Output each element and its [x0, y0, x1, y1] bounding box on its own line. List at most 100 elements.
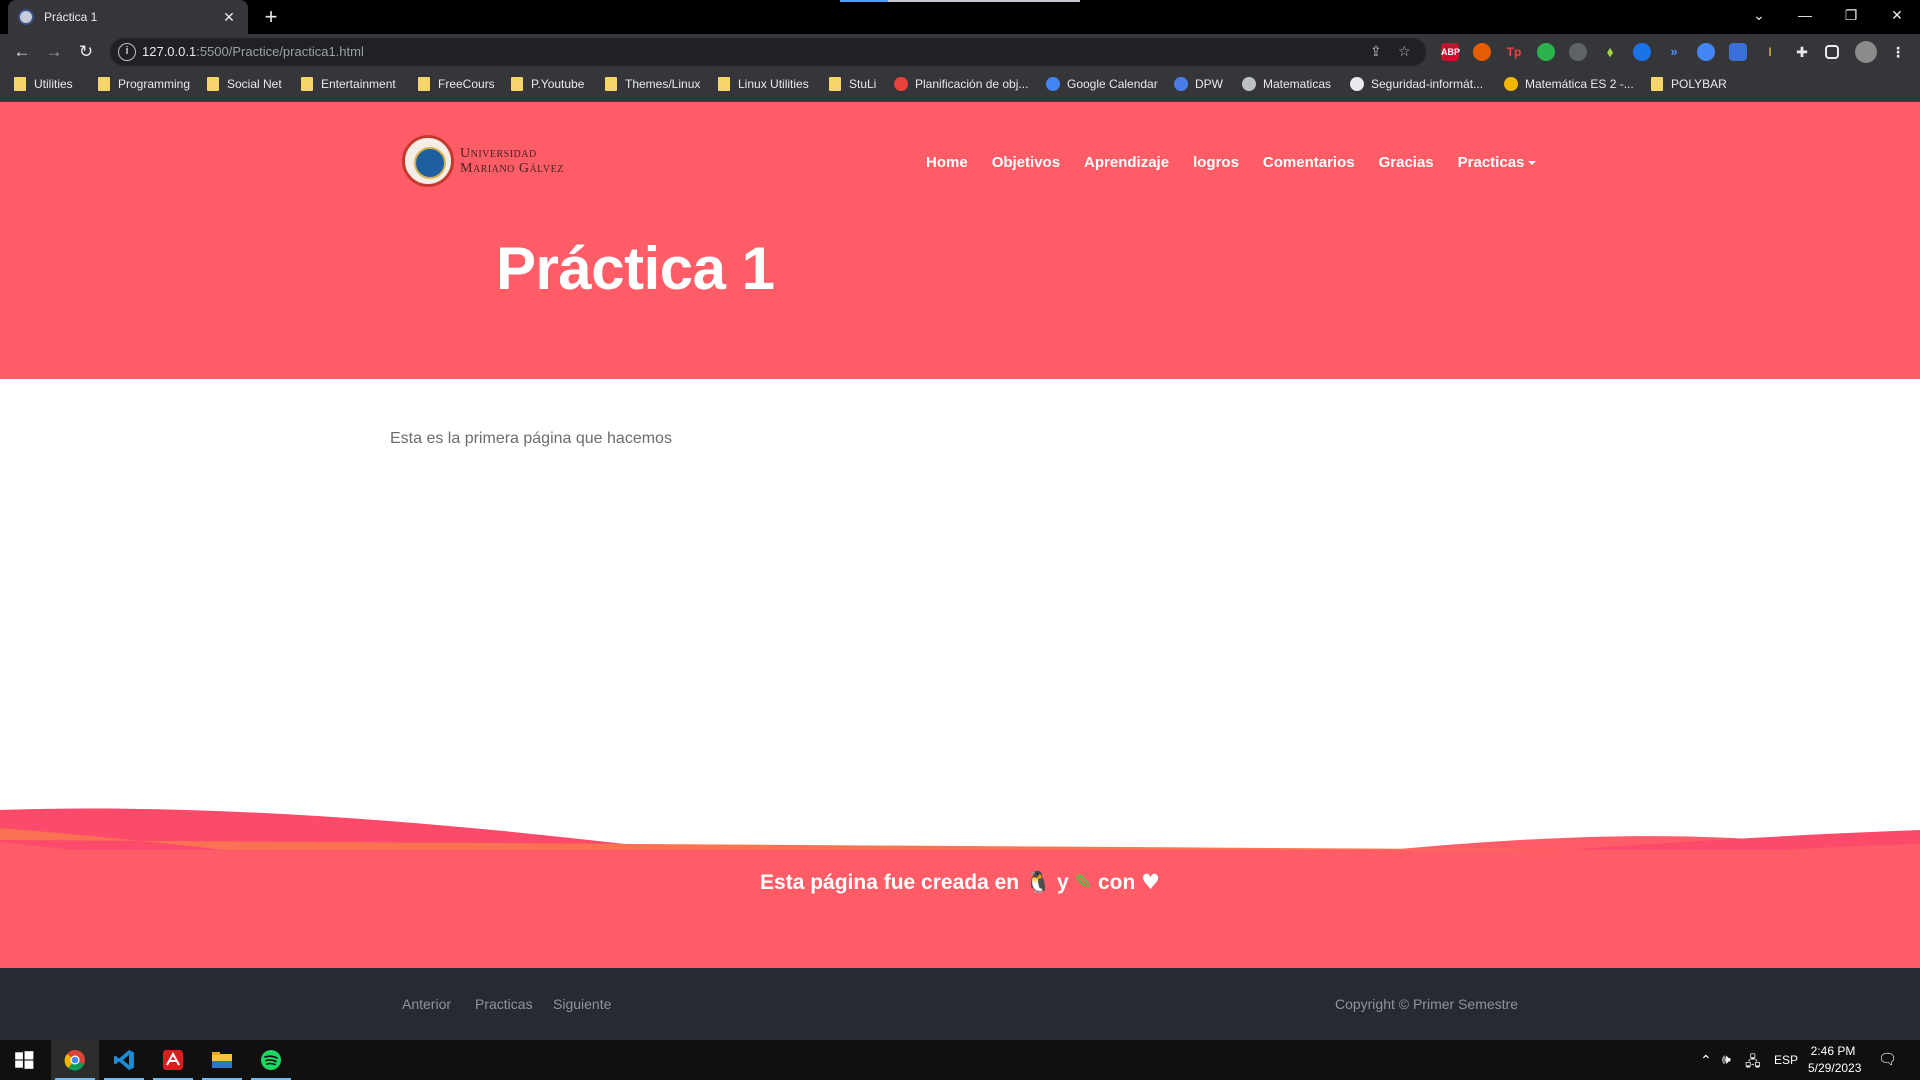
- site-favicon-icon: [1242, 77, 1256, 91]
- notifications-icon[interactable]: 🗨: [1878, 1050, 1897, 1068]
- taskbar-spotify[interactable]: [247, 1040, 295, 1080]
- clock-date: 5/29/2023: [1808, 1061, 1862, 1075]
- nav-gracias[interactable]: Gracias: [1379, 154, 1434, 171]
- bookmark-item[interactable]: Matemática ES 2 -...: [1504, 77, 1634, 91]
- browser-tab[interactable]: Práctica 1 ✕: [8, 0, 248, 34]
- bookmark-item[interactable]: Planificación de obj...: [894, 77, 1028, 91]
- bookmark-item[interactable]: Google Calendar: [1046, 77, 1158, 91]
- extension-icon-4[interactable]: [1537, 43, 1555, 61]
- extension-icon-8[interactable]: »: [1665, 43, 1683, 61]
- extension-icon-11[interactable]: I: [1761, 43, 1779, 61]
- extension-icon-9[interactable]: [1697, 43, 1715, 61]
- browser-tab-strip: Práctica 1 ✕ + ⌄ — ❐ ✕: [0, 0, 1920, 34]
- show-hidden-icons-icon[interactable]: ⌃: [1700, 1052, 1712, 1069]
- bookmark-item[interactable]: StuLi: [829, 77, 876, 91]
- bookmark-item[interactable]: Utilities: [14, 77, 73, 91]
- made-with-suffix: con: [1097, 871, 1136, 894]
- bookmark-item[interactable]: Linux Utilities: [718, 77, 809, 91]
- made-with-prefix: Esta página fue creada en: [760, 871, 1020, 894]
- extension-icon-tp[interactable]: Tp: [1505, 43, 1523, 61]
- site-favicon-icon: [894, 77, 908, 91]
- page-intro-text: Esta es la primera página que hacemos: [390, 430, 672, 447]
- bookmark-label: Seguridad-informát...: [1371, 77, 1484, 91]
- bookmark-item[interactable]: Seguridad-informát...: [1350, 77, 1483, 91]
- clock[interactable]: 2:46 PM 5/29/2023: [1808, 1044, 1862, 1075]
- new-tab-button[interactable]: +: [258, 4, 284, 30]
- bookmark-item[interactable]: Matematicas: [1242, 77, 1331, 91]
- bookmark-item[interactable]: Programming: [98, 77, 190, 91]
- bookmarks-bar: Utilities Programming Social Net Entertainm…: [0, 70, 1920, 102]
- made-with-text: Esta página fue creada en 🐧 y ✎ con ♥: [0, 870, 1920, 895]
- close-window-button[interactable]: ✕: [1874, 0, 1920, 30]
- back-button[interactable]: ←: [10, 40, 34, 64]
- extension-icon-7[interactable]: [1633, 43, 1651, 61]
- bookmark-label: Utilities: [34, 77, 73, 91]
- nav-aprendizaje[interactable]: Aprendizaje: [1084, 154, 1169, 171]
- url-path: :5500/Practice/practica1.html: [196, 44, 364, 59]
- bookmark-label: Themes/Linux: [625, 77, 701, 91]
- taskbar-vscode[interactable]: [100, 1040, 148, 1080]
- bookmark-label: P.Youtube: [531, 77, 585, 91]
- acrobat-icon: [163, 1050, 183, 1070]
- bookmark-item[interactable]: Social Net: [207, 77, 282, 91]
- extensions-puzzle-icon[interactable]: ✚: [1793, 43, 1811, 61]
- university-logo[interactable]: Universidad Mariano Gálvez: [402, 135, 564, 187]
- linux-penguin-icon: 🐧: [1024, 870, 1052, 894]
- extension-icon-6[interactable]: ⬧: [1601, 43, 1619, 61]
- folder-icon: [14, 77, 26, 91]
- nav-home[interactable]: Home: [926, 154, 968, 171]
- side-panel-icon[interactable]: [1825, 45, 1839, 59]
- minimize-button[interactable]: —: [1782, 0, 1828, 30]
- bookmark-item[interactable]: P.Youtube: [511, 77, 584, 91]
- site-info-icon[interactable]: i: [118, 43, 136, 61]
- extension-icon-2[interactable]: [1473, 43, 1491, 61]
- vscode-icon: [114, 1050, 134, 1070]
- nav-logros[interactable]: logros: [1193, 154, 1239, 171]
- footer-link-practicas[interactable]: Practicas: [475, 996, 533, 1012]
- taskbar-file-explorer[interactable]: [198, 1040, 246, 1080]
- bookmark-item[interactable]: Entertainment: [301, 77, 396, 91]
- bookmark-item[interactable]: Themes/Linux: [605, 77, 700, 91]
- nav-practicas-dropdown[interactable]: Practicas: [1458, 154, 1537, 171]
- bookmark-item[interactable]: DPW: [1174, 77, 1223, 91]
- bookmark-label: DPW: [1195, 77, 1223, 91]
- bookmark-item[interactable]: POLYBAR: [1651, 77, 1727, 91]
- share-icon[interactable]: ⇪: [1370, 43, 1382, 60]
- restore-button[interactable]: ❐: [1828, 0, 1874, 30]
- network-icon[interactable]: 🖧: [1745, 1051, 1761, 1075]
- nav-comentarios[interactable]: Comentarios: [1263, 154, 1355, 171]
- taskbar-acrobat[interactable]: [149, 1040, 197, 1080]
- translate-extension-icon[interactable]: [1729, 43, 1747, 61]
- footer-link-anterior[interactable]: Anterior: [402, 996, 451, 1012]
- footer-link-siguiente[interactable]: Siguiente: [553, 996, 611, 1012]
- folder-icon: [1651, 77, 1663, 91]
- logo-line-1: Universidad: [460, 146, 537, 161]
- tab-close-icon[interactable]: ✕: [220, 9, 238, 26]
- windows-start-icon: [15, 1051, 34, 1069]
- profile-avatar[interactable]: [1855, 41, 1877, 63]
- bookmark-label: Programming: [118, 77, 191, 91]
- browser-menu-icon[interactable]: ⋮: [1889, 43, 1907, 61]
- bookmark-star-icon[interactable]: ☆: [1398, 43, 1411, 60]
- adblock-extension-icon[interactable]: ABP: [1441, 43, 1460, 61]
- address-bar[interactable]: i 127.0.0.1:5500/Practice/practica1.html…: [110, 38, 1426, 66]
- bookmark-item[interactable]: FreeCours: [418, 77, 495, 91]
- bookmark-label: FreeCours: [438, 77, 495, 91]
- folder-icon: [418, 77, 430, 91]
- forward-button[interactable]: →: [42, 40, 66, 64]
- start-button[interactable]: [0, 1040, 48, 1080]
- heart-icon: ♥: [1141, 870, 1160, 894]
- bookmark-label: Google Calendar: [1067, 77, 1158, 91]
- url-host: 127.0.0.1: [142, 44, 197, 59]
- nav-objetivos[interactable]: Objetivos: [992, 154, 1060, 171]
- extension-icon-5[interactable]: [1569, 43, 1587, 61]
- tab-search-icon[interactable]: ⌄: [1736, 0, 1782, 30]
- windows-taskbar: ⌃ 🕪 🖧 ESP 2:46 PM 5/29/2023 🗨: [0, 1040, 1920, 1080]
- taskbar-chrome[interactable]: [51, 1040, 99, 1080]
- folder-icon: [98, 77, 110, 91]
- tab-favicon-icon: [18, 9, 34, 25]
- main-nav: Home Objetivos Aprendizaje logros Coment…: [926, 154, 1560, 171]
- language-indicator[interactable]: ESP: [1774, 1053, 1798, 1067]
- volume-icon[interactable]: 🕪: [1722, 1051, 1731, 1068]
- reload-button[interactable]: ↻: [74, 40, 98, 64]
